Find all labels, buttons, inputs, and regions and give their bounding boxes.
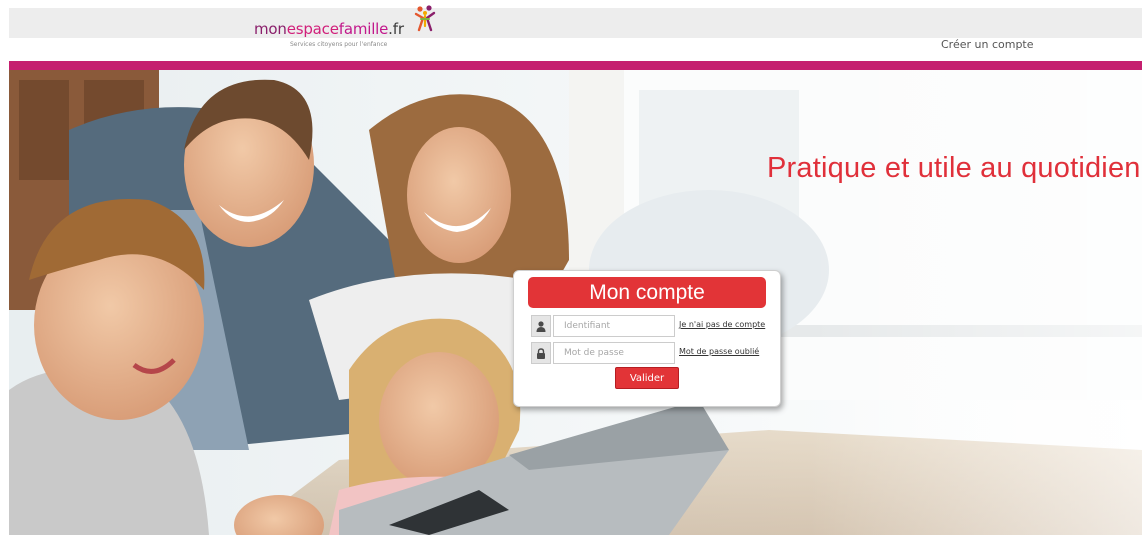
- create-account-link[interactable]: Créer un compte: [941, 38, 1034, 51]
- site-header: monespacefamille.fr Services citoyens po…: [0, 0, 1142, 70]
- login-title: Mon compte: [528, 277, 766, 308]
- site-logo[interactable]: monespacefamille.fr Services citoyens po…: [254, 5, 454, 48]
- no-account-link[interactable]: Je n'ai pas de compte: [679, 320, 765, 329]
- lock-icon: [531, 342, 551, 364]
- user-icon: [531, 315, 551, 337]
- header-band: [9, 8, 1142, 38]
- accent-bar: [9, 61, 1142, 70]
- hero-slogan: Pratique et utile au quotidien: [767, 152, 1141, 184]
- family-figure-icon: [414, 5, 436, 32]
- login-panel: Mon compte Je n'ai pas de compte Mot de …: [513, 270, 781, 407]
- validate-button[interactable]: Valider: [615, 367, 679, 389]
- forgot-password-link[interactable]: Mot de passe oublié: [679, 347, 759, 356]
- password-input[interactable]: [553, 342, 675, 364]
- username-input[interactable]: [553, 315, 675, 337]
- logo-wordmark: monespacefamille.fr: [254, 20, 404, 38]
- logo-tagline: Services citoyens pour l'enfance: [290, 41, 388, 48]
